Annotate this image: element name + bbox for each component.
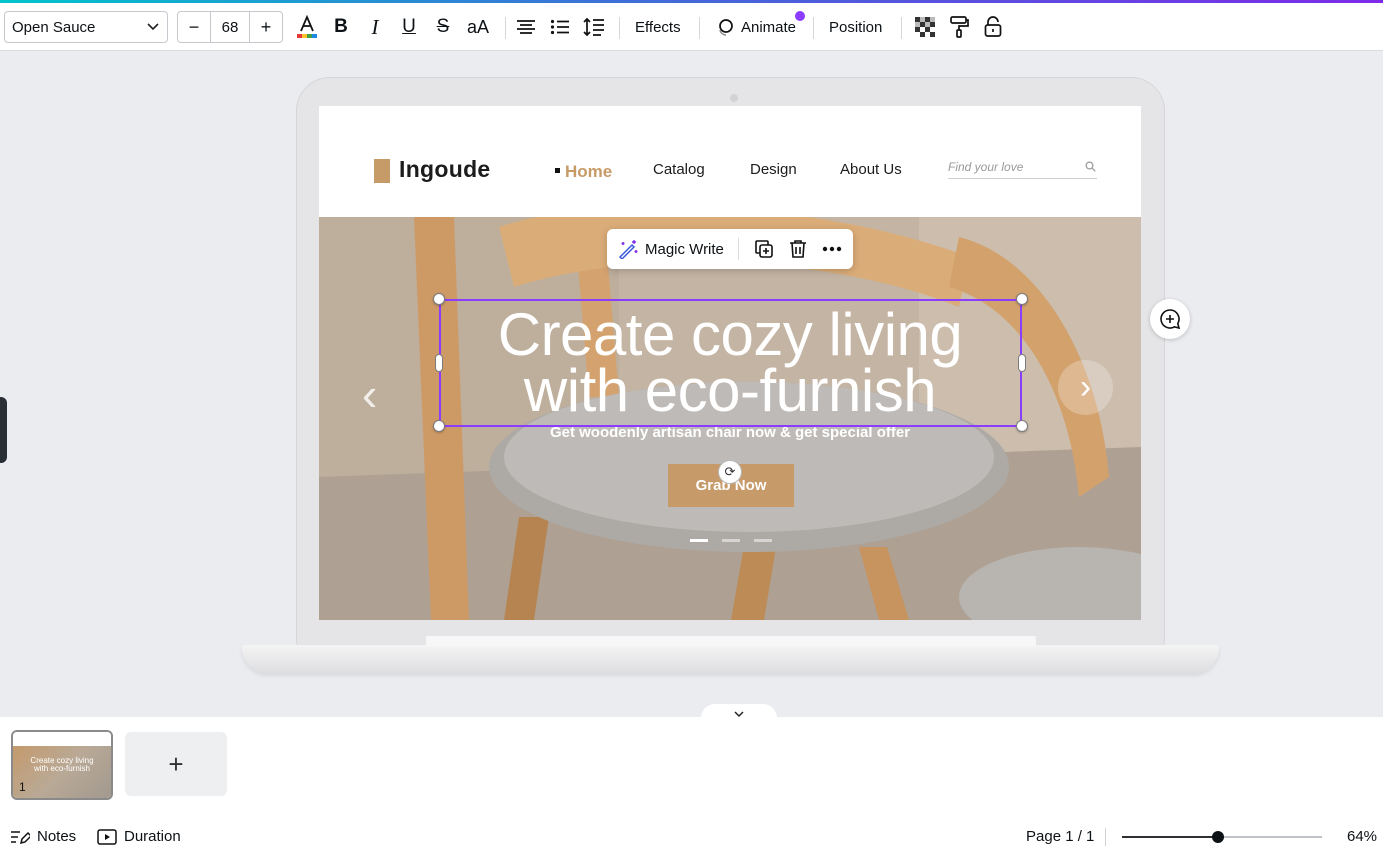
resize-handle-bottom-left[interactable]	[433, 420, 445, 432]
search-placeholder[interactable]: Find your love	[948, 160, 1023, 174]
rotate-icon[interactable]: ⟳	[718, 460, 742, 484]
letter-case-button[interactable]: aA	[463, 11, 493, 43]
zoom-slider-fill	[1122, 836, 1218, 838]
magic-write-button[interactable]: Magic Write	[607, 229, 734, 269]
font-family-select[interactable]: Open Sauce	[4, 11, 168, 43]
duration-icon	[97, 828, 117, 845]
toolbar-divider	[699, 17, 700, 39]
zoom-level[interactable]: 64%	[1347, 828, 1377, 845]
carousel-dots	[690, 539, 772, 542]
side-panel-toggle[interactable]	[0, 397, 7, 463]
carousel-prev-icon[interactable]: ‹	[362, 367, 377, 421]
zoom-slider[interactable]	[1122, 831, 1322, 843]
page-number: 1	[19, 780, 26, 794]
page-thumbnail[interactable]: Create cozy living with eco-furnish 1	[11, 730, 113, 800]
lock-icon[interactable]	[979, 11, 1007, 43]
paint-roller-icon[interactable]	[945, 11, 973, 43]
resize-handle-top-left[interactable]	[433, 293, 445, 305]
editor-toolbar: Open Sauce − 68 + B I U S aA Effects Ani…	[0, 3, 1383, 51]
comment-add-icon	[1160, 309, 1181, 330]
list-icon[interactable]	[546, 11, 574, 43]
resize-handle-top-right[interactable]	[1016, 293, 1028, 305]
position-button[interactable]: Position	[823, 11, 888, 43]
animate-badge	[795, 11, 805, 21]
bold-icon[interactable]: B	[327, 11, 355, 43]
animate-label: Animate	[741, 18, 797, 36]
nav-item-catalog[interactable]: Catalog	[653, 161, 705, 178]
animate-icon	[719, 19, 733, 36]
font-size-stepper: − 68 +	[177, 11, 283, 43]
zoom-slider-handle[interactable]	[1212, 831, 1224, 843]
trash-icon[interactable]	[781, 229, 815, 269]
nav-item-home[interactable]: Home	[565, 162, 612, 182]
context-menu-divider	[737, 238, 739, 260]
font-size-value[interactable]: 68	[210, 12, 250, 42]
search-underline	[948, 178, 1097, 179]
notes-button[interactable]: Notes	[10, 828, 76, 845]
footer-divider	[1105, 828, 1106, 846]
resize-handle-left[interactable]	[435, 354, 443, 372]
nav-item-design[interactable]: Design	[750, 161, 797, 178]
resize-handle-right[interactable]	[1018, 354, 1026, 372]
status-bar: Notes Duration Page 1 / 1 64%	[0, 813, 1383, 857]
duration-label: Duration	[124, 828, 181, 845]
resize-handle-bottom-right[interactable]	[1016, 420, 1028, 432]
transparency-icon[interactable]	[911, 11, 939, 43]
notes-icon	[11, 830, 30, 844]
magic-write-icon	[618, 240, 638, 259]
text-color-icon	[297, 14, 317, 38]
underline-icon[interactable]: U	[395, 11, 423, 43]
increase-font-size-button[interactable]: +	[250, 12, 282, 42]
text-color-button[interactable]	[293, 11, 321, 43]
magic-write-label: Magic Write	[645, 240, 724, 258]
strikethrough-icon[interactable]: S	[429, 11, 457, 43]
website-header: Ingoude Home Catalog Design About Us Fin…	[319, 106, 1141, 217]
thumb-title-line-2: with eco-furnish	[33, 764, 91, 773]
active-nav-marker	[555, 168, 560, 173]
laptop-base-notch	[426, 636, 1036, 646]
more-icon[interactable]	[815, 229, 849, 269]
element-context-menu: Magic Write	[607, 229, 853, 269]
carousel-next-icon[interactable]: ›	[1058, 360, 1113, 415]
collapse-pages-button[interactable]	[701, 704, 777, 718]
carousel-dot[interactable]	[754, 539, 772, 542]
page-indicator[interactable]: Page 1 / 1	[1026, 828, 1094, 845]
italic-icon[interactable]: I	[361, 11, 389, 43]
add-page-button[interactable]: +	[125, 732, 227, 796]
duration-button[interactable]: Duration	[97, 828, 181, 845]
add-comment-button[interactable]	[1150, 299, 1190, 339]
carousel-dot[interactable]	[690, 539, 708, 542]
selection-box[interactable]	[439, 299, 1022, 427]
nav-item-about[interactable]: About Us	[840, 161, 902, 178]
notes-label: Notes	[37, 828, 77, 845]
decrease-font-size-button[interactable]: −	[178, 12, 210, 42]
brand-name[interactable]: Ingoude	[399, 156, 491, 183]
spacing-icon[interactable]	[580, 11, 608, 43]
laptop-mockup-base	[242, 645, 1219, 673]
duplicate-icon[interactable]	[747, 229, 781, 269]
laptop-camera	[730, 94, 738, 102]
chevron-down-icon	[147, 23, 159, 31]
effects-button[interactable]: Effects	[629, 11, 687, 43]
font-family-value: Open Sauce	[12, 18, 96, 36]
pages-strip: Create cozy living with eco-furnish 1 +	[0, 717, 1383, 813]
toolbar-divider	[505, 17, 506, 39]
search-icon	[1085, 161, 1096, 172]
thumb-header	[13, 732, 111, 746]
toolbar-divider	[813, 17, 814, 39]
align-center-icon[interactable]	[512, 11, 540, 43]
brand-logo-mark	[374, 159, 390, 183]
thumb-title: Create cozy living with eco-furnish	[27, 757, 97, 773]
toolbar-divider	[901, 17, 902, 39]
toolbar-divider	[619, 17, 620, 39]
carousel-dot[interactable]	[722, 539, 740, 542]
animate-button[interactable]: Animate	[709, 11, 802, 43]
